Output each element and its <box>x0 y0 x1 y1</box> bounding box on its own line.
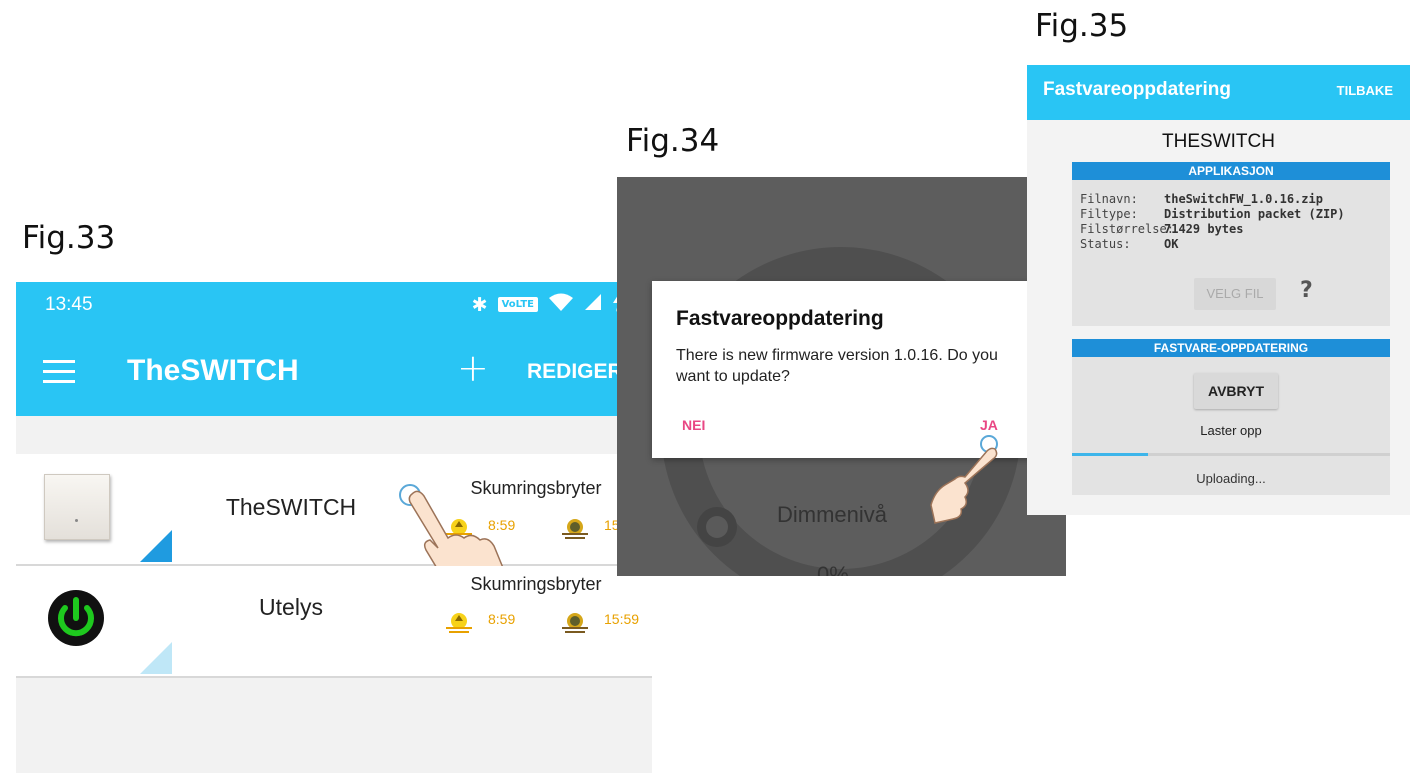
info-row: Filtype: Distribution packet (ZIP) <box>1080 207 1345 222</box>
info-key: Status: <box>1080 237 1131 251</box>
status-bar: 13:45 ✱ VoLTE <box>16 282 652 330</box>
figure-label-33: Fig.33 <box>22 220 116 256</box>
choose-file-button[interactable]: VELG FIL <box>1194 278 1276 310</box>
info-value: Distribution packet (ZIP) <box>1164 207 1345 221</box>
dim-level-value: 0% <box>817 562 849 576</box>
upload-status: Uploading... <box>1196 471 1266 486</box>
update-panel: FASTVARE-OPPDATERING AVBRYT Laster opp U… <box>1072 339 1390 495</box>
on-time: 8:59 <box>488 611 516 627</box>
info-value: 71429 bytes <box>1164 222 1244 236</box>
yes-button[interactable]: JA <box>980 417 998 433</box>
help-icon[interactable]: ? <box>1300 278 1313 303</box>
application-header: APPLIKASJON <box>1072 162 1390 180</box>
file-info: Filnavn: theSwitchFW_1.0.16.zip Filtype: D… <box>1080 192 1345 252</box>
volte-badge: VoLTE <box>497 297 538 312</box>
bluetooth-icon: ✱ <box>471 293 488 316</box>
info-row: Filnavn: theSwitchFW_1.0.16.zip <box>1080 192 1345 207</box>
signal-icon <box>584 293 602 316</box>
power-button-icon <box>48 590 104 646</box>
add-device-icon[interactable]: + <box>457 346 489 390</box>
info-key: Filtype: <box>1080 207 1138 221</box>
sunset-icon <box>562 613 588 633</box>
hamburger-menu-icon[interactable] <box>43 360 75 384</box>
info-key: Filnavn: <box>1080 192 1138 206</box>
info-row: Filstørrelse:71429 bytes <box>1080 222 1345 237</box>
application-panel: APPLIKASJON Filnavn: theSwitchFW_1.0.16.z… <box>1072 162 1390 326</box>
update-dialog: Fastvareoppdatering There is new firmwar… <box>652 281 1037 458</box>
info-value: OK <box>1164 237 1179 251</box>
progress-bar <box>1072 453 1390 456</box>
signal-corner-icon <box>140 642 172 674</box>
dialog-title: Fastvareoppdatering <box>676 307 884 330</box>
device-name: Utelys <box>259 594 323 620</box>
device-row[interactable]: Utelys Skumringsbryter 8:59 15:59 <box>16 566 652 678</box>
app-title: TheSWITCH <box>127 354 299 387</box>
device-name: TheSWITCH <box>225 494 357 520</box>
wifi-icon <box>548 293 574 316</box>
dialog-message: There is new firmware version 1.0.16. Do… <box>676 347 998 385</box>
app-bar: TheSWITCH + REDIGERE <box>16 330 652 416</box>
no-button[interactable]: NEI <box>682 417 705 433</box>
device-type: Skumringsbryter <box>470 574 602 594</box>
back-button[interactable]: TILBAKE <box>1337 83 1393 98</box>
off-time: 15:59 <box>604 611 640 627</box>
fig35-firmware-screen: Fastvareoppdatering TILBAKE THESWITCH AP… <box>1027 65 1410 515</box>
dial-knob <box>697 507 737 547</box>
figure-label-35: Fig.35 <box>1035 8 1129 44</box>
status-time: 13:45 <box>45 294 93 315</box>
progress-label: Laster opp <box>1200 423 1262 438</box>
update-header: FASTVARE-OPPDATERING <box>1072 339 1390 357</box>
schedule-times: 8:59 15:59 <box>426 606 652 636</box>
pointing-hand-icon <box>930 447 998 524</box>
fig34-dialog-screen: Dimmenivå 0% Fastvareoppdatering There i… <box>617 177 1066 576</box>
top-bar: Fastvareoppdatering TILBAKE <box>1027 65 1410 120</box>
page-title: Fastvareoppdatering <box>1043 79 1231 100</box>
sunrise-icon <box>446 613 472 633</box>
wall-switch-icon <box>44 474 110 540</box>
info-key: Filstørrelse: <box>1080 222 1174 236</box>
figure-label-34: Fig.34 <box>626 123 720 159</box>
device-row[interactable]: TheSWITCH Skumringsbryter 8:59 15:59 <box>16 454 652 597</box>
info-value: theSwitchFW_1.0.16.zip <box>1164 192 1323 206</box>
status-icons: ✱ VoLTE <box>472 292 624 317</box>
fig33-phone-screen: 13:45 ✱ VoLTE TheSWITCH + REDIGERE TheSW… <box>16 282 652 773</box>
signal-corner-icon <box>140 530 172 562</box>
info-row: Status: OK <box>1080 237 1345 252</box>
cancel-button[interactable]: AVBRYT <box>1194 373 1278 409</box>
device-title: THESWITCH <box>1162 131 1275 152</box>
progress-fill <box>1072 453 1149 456</box>
sunset-icon <box>562 519 588 539</box>
dim-level-label: Dimmenivå <box>777 502 888 527</box>
